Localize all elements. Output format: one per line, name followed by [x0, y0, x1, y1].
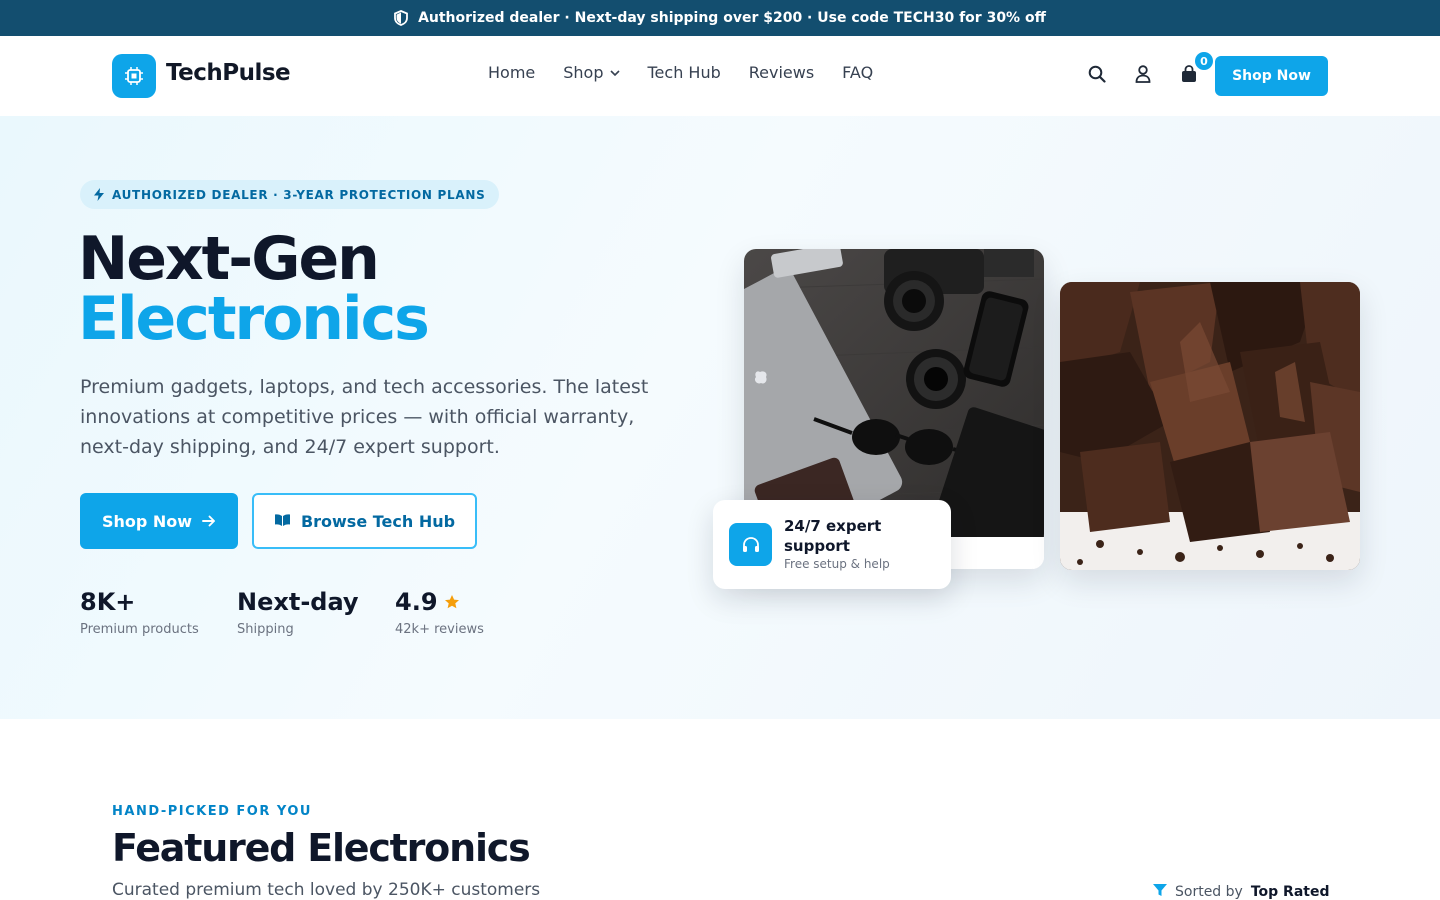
hero-shop-now-button[interactable]: Shop Now: [80, 493, 238, 549]
hero-title-line2: Electronics: [78, 284, 430, 354]
browse-tech-hub-button[interactable]: Browse Tech Hub: [252, 493, 477, 549]
book-open-icon: [274, 512, 291, 531]
stat-products: 8K+ Premium products: [80, 588, 199, 637]
brand-name[interactable]: TechPulse: [166, 60, 291, 86]
chocolate-product-image[interactable]: [1060, 282, 1360, 570]
search-icon[interactable]: [1087, 64, 1107, 84]
nav-tech-hub[interactable]: Tech Hub: [648, 63, 721, 82]
support-card-subtitle: Free setup & help: [784, 557, 890, 571]
shopping-bag-icon[interactable]: [1179, 64, 1199, 84]
nav-home[interactable]: Home: [488, 63, 535, 82]
stat-products-label: Premium products: [80, 622, 199, 637]
hero-section: AUTHORIZED DEALER · 3-YEAR PROTECTION PL…: [0, 116, 1440, 719]
stat-rating: 4.9 42k+ reviews: [395, 588, 484, 637]
hero-shop-now-label: Shop Now: [101, 511, 193, 531]
featured-title: Featured Electronics: [112, 826, 531, 870]
user-icon[interactable]: [1133, 64, 1153, 84]
header-shop-now-button[interactable]: Shop Now: [1215, 56, 1328, 96]
featured-subtitle: Curated premium tech loved by 250K+ cust…: [112, 880, 541, 900]
sort-control[interactable]: Sorted by Top Rated: [1153, 883, 1329, 900]
nav-shop[interactable]: Shop: [563, 63, 620, 82]
headset-icon: [729, 523, 772, 566]
chevron-down-icon: [609, 69, 620, 76]
site-header: TechPulse Home Shop Tech Hub Reviews FAQ…: [0, 36, 1440, 116]
sort-label: Sorted by: [1175, 884, 1243, 900]
stat-shipping-label: Shipping: [237, 622, 294, 637]
cart-count-badge: 0: [1195, 52, 1213, 70]
hero-pill-badge: AUTHORIZED DEALER · 3-YEAR PROTECTION PL…: [80, 180, 500, 209]
arrow-right-icon: [202, 512, 216, 531]
main-nav: Home Shop Tech Hub Reviews FAQ: [488, 63, 873, 82]
stat-products-value: 8K+: [80, 588, 136, 616]
support-card: 24/7 expert support Free setup & help: [713, 500, 951, 589]
sort-value: Top Rated: [1250, 884, 1330, 900]
hero-description: Premium gadgets, laptops, and tech acces…: [80, 376, 649, 458]
support-card-title: 24/7 expert support: [784, 517, 882, 555]
nav-shop-label: Shop: [563, 63, 604, 82]
featured-eyebrow: HAND-PICKED FOR YOU: [112, 804, 312, 819]
stat-rating-label: 42k+ reviews: [395, 622, 484, 637]
shield-icon: [394, 10, 408, 26]
nav-faq[interactable]: FAQ: [842, 63, 873, 82]
announcement-bar: Authorized dealer · Next-day shipping ov…: [0, 0, 1440, 36]
stat-shipping-value: Next-day: [237, 588, 359, 616]
browse-tech-hub-label: Browse Tech Hub: [300, 511, 456, 531]
star-icon: [444, 588, 460, 616]
nav-reviews[interactable]: Reviews: [749, 63, 814, 82]
stat-rating-value: 4.9: [395, 588, 438, 616]
logo-chip-icon[interactable]: [112, 54, 156, 98]
stat-shipping: Next-day Shipping: [237, 588, 359, 637]
filter-icon: [1153, 883, 1167, 900]
announcement-text: Authorized dealer · Next-day shipping ov…: [418, 10, 1046, 26]
hero-pill-text: AUTHORIZED DEALER · 3-YEAR PROTECTION PL…: [112, 187, 486, 202]
bolt-icon: [94, 188, 104, 201]
